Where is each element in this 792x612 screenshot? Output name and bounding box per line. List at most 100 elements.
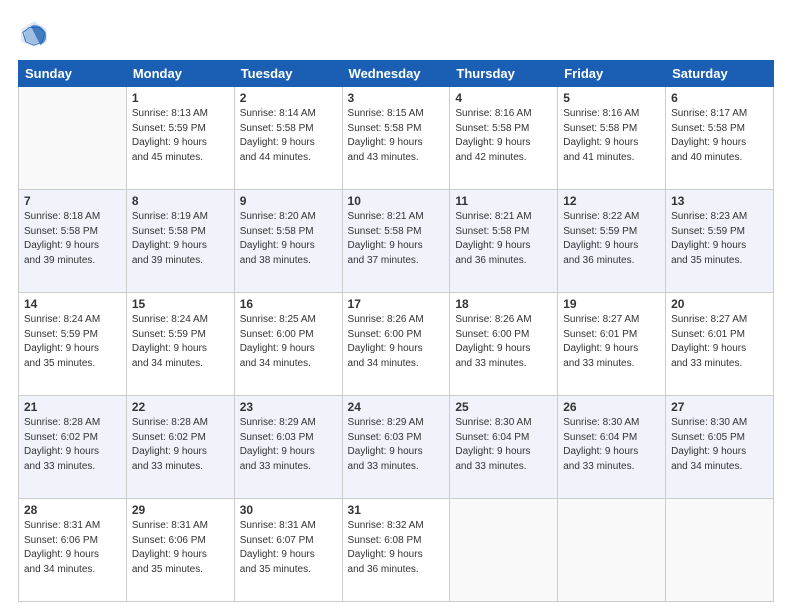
day-number: 5 bbox=[563, 91, 660, 105]
weekday-header-thursday: Thursday bbox=[450, 61, 558, 87]
day-number: 28 bbox=[24, 503, 121, 517]
cell-content: Sunrise: 8:21 AM Sunset: 5:58 PM Dayligh… bbox=[455, 210, 552, 268]
cell-content: Sunrise: 8:19 AM Sunset: 5:58 PM Dayligh… bbox=[132, 210, 229, 268]
calendar-cell: 30 Sunrise: 8:31 AM Sunset: 6:07 PM Dayli… bbox=[234, 499, 342, 602]
calendar-cell: 23 Sunrise: 8:29 AM Sunset: 6:03 PM Dayli… bbox=[234, 396, 342, 499]
day-number: 20 bbox=[671, 297, 768, 311]
cell-content: Sunrise: 8:18 AM Sunset: 5:58 PM Dayligh… bbox=[24, 210, 121, 268]
cell-content: Sunrise: 8:17 AM Sunset: 5:58 PM Dayligh… bbox=[671, 107, 768, 165]
calendar-cell: 28 Sunrise: 8:31 AM Sunset: 6:06 PM Dayli… bbox=[19, 499, 127, 602]
week-row-4: 21 Sunrise: 8:28 AM Sunset: 6:02 PM Dayli… bbox=[19, 396, 774, 499]
cell-content: Sunrise: 8:28 AM Sunset: 6:02 PM Dayligh… bbox=[24, 416, 121, 474]
calendar-table: SundayMondayTuesdayWednesdayThursdayFrid… bbox=[18, 60, 774, 602]
cell-content: Sunrise: 8:24 AM Sunset: 5:59 PM Dayligh… bbox=[132, 313, 229, 371]
cell-content: Sunrise: 8:13 AM Sunset: 5:59 PM Dayligh… bbox=[132, 107, 229, 165]
logo bbox=[18, 18, 54, 50]
cell-content: Sunrise: 8:27 AM Sunset: 6:01 PM Dayligh… bbox=[563, 313, 660, 371]
calendar-cell bbox=[450, 499, 558, 602]
cell-content: Sunrise: 8:28 AM Sunset: 6:02 PM Dayligh… bbox=[132, 416, 229, 474]
day-number: 13 bbox=[671, 194, 768, 208]
cell-content: Sunrise: 8:15 AM Sunset: 5:58 PM Dayligh… bbox=[348, 107, 445, 165]
day-number: 19 bbox=[563, 297, 660, 311]
cell-content: Sunrise: 8:21 AM Sunset: 5:58 PM Dayligh… bbox=[348, 210, 445, 268]
day-number: 24 bbox=[348, 400, 445, 414]
day-number: 16 bbox=[240, 297, 337, 311]
day-number: 21 bbox=[24, 400, 121, 414]
calendar-cell: 16 Sunrise: 8:25 AM Sunset: 6:00 PM Dayli… bbox=[234, 293, 342, 396]
day-number: 23 bbox=[240, 400, 337, 414]
day-number: 1 bbox=[132, 91, 229, 105]
day-number: 11 bbox=[455, 194, 552, 208]
cell-content: Sunrise: 8:30 AM Sunset: 6:04 PM Dayligh… bbox=[563, 416, 660, 474]
cell-content: Sunrise: 8:26 AM Sunset: 6:00 PM Dayligh… bbox=[348, 313, 445, 371]
cell-content: Sunrise: 8:30 AM Sunset: 6:05 PM Dayligh… bbox=[671, 416, 768, 474]
calendar-cell: 17 Sunrise: 8:26 AM Sunset: 6:00 PM Dayli… bbox=[342, 293, 450, 396]
cell-content: Sunrise: 8:30 AM Sunset: 6:04 PM Dayligh… bbox=[455, 416, 552, 474]
calendar-cell: 1 Sunrise: 8:13 AM Sunset: 5:59 PM Daylig… bbox=[126, 87, 234, 190]
day-number: 8 bbox=[132, 194, 229, 208]
weekday-header-tuesday: Tuesday bbox=[234, 61, 342, 87]
calendar-cell bbox=[558, 499, 666, 602]
weekday-header-monday: Monday bbox=[126, 61, 234, 87]
header bbox=[18, 18, 774, 50]
calendar-cell: 2Sunrise: 8:14 AM Sunset: 5:58 PM Daylig… bbox=[234, 87, 342, 190]
calendar-cell: 15Sunrise: 8:24 AM Sunset: 5:59 PM Dayli… bbox=[126, 293, 234, 396]
calendar-cell: 18 Sunrise: 8:26 AM Sunset: 6:00 PM Dayli… bbox=[450, 293, 558, 396]
week-row-3: 14 Sunrise: 8:24 AM Sunset: 5:59 PM Dayli… bbox=[19, 293, 774, 396]
week-row-2: 7 Sunrise: 8:18 AM Sunset: 5:58 PM Daylig… bbox=[19, 190, 774, 293]
calendar-cell: 29 Sunrise: 8:31 AM Sunset: 6:06 PM Dayli… bbox=[126, 499, 234, 602]
cell-content: Sunrise: 8:31 AM Sunset: 6:06 PM Dayligh… bbox=[24, 519, 121, 577]
day-number: 4 bbox=[455, 91, 552, 105]
day-number: 14 bbox=[24, 297, 121, 311]
logo-icon bbox=[18, 18, 50, 50]
calendar-cell: 11 Sunrise: 8:21 AM Sunset: 5:58 PM Dayli… bbox=[450, 190, 558, 293]
weekday-header-sunday: Sunday bbox=[19, 61, 127, 87]
calendar-cell: 26Sunrise: 8:30 AM Sunset: 6:04 PM Dayli… bbox=[558, 396, 666, 499]
calendar-cell: 27Sunrise: 8:30 AM Sunset: 6:05 PM Dayli… bbox=[666, 396, 774, 499]
week-row-1: 1 Sunrise: 8:13 AM Sunset: 5:59 PM Daylig… bbox=[19, 87, 774, 190]
calendar-cell: 4 Sunrise: 8:16 AM Sunset: 5:58 PM Daylig… bbox=[450, 87, 558, 190]
cell-content: Sunrise: 8:23 AM Sunset: 5:59 PM Dayligh… bbox=[671, 210, 768, 268]
cell-content: Sunrise: 8:32 AM Sunset: 6:08 PM Dayligh… bbox=[348, 519, 445, 577]
calendar-cell: 12 Sunrise: 8:22 AM Sunset: 5:59 PM Dayli… bbox=[558, 190, 666, 293]
day-number: 22 bbox=[132, 400, 229, 414]
calendar-cell: 3 Sunrise: 8:15 AM Sunset: 5:58 PM Daylig… bbox=[342, 87, 450, 190]
calendar-cell: 19 Sunrise: 8:27 AM Sunset: 6:01 PM Dayli… bbox=[558, 293, 666, 396]
calendar-cell: 13 Sunrise: 8:23 AM Sunset: 5:59 PM Dayli… bbox=[666, 190, 774, 293]
cell-content: Sunrise: 8:31 AM Sunset: 6:07 PM Dayligh… bbox=[240, 519, 337, 577]
calendar-cell: 5Sunrise: 8:16 AM Sunset: 5:58 PM Daylig… bbox=[558, 87, 666, 190]
day-number: 10 bbox=[348, 194, 445, 208]
day-number: 18 bbox=[455, 297, 552, 311]
weekday-header-friday: Friday bbox=[558, 61, 666, 87]
day-number: 12 bbox=[563, 194, 660, 208]
weekday-header-saturday: Saturday bbox=[666, 61, 774, 87]
day-number: 25 bbox=[455, 400, 552, 414]
calendar-cell bbox=[19, 87, 127, 190]
day-number: 3 bbox=[348, 91, 445, 105]
cell-content: Sunrise: 8:29 AM Sunset: 6:03 PM Dayligh… bbox=[348, 416, 445, 474]
day-number: 7 bbox=[24, 194, 121, 208]
cell-content: Sunrise: 8:14 AM Sunset: 5:58 PM Dayligh… bbox=[240, 107, 337, 165]
cell-content: Sunrise: 8:16 AM Sunset: 5:58 PM Dayligh… bbox=[455, 107, 552, 165]
cell-content: Sunrise: 8:22 AM Sunset: 5:59 PM Dayligh… bbox=[563, 210, 660, 268]
cell-content: Sunrise: 8:26 AM Sunset: 6:00 PM Dayligh… bbox=[455, 313, 552, 371]
cell-content: Sunrise: 8:20 AM Sunset: 5:58 PM Dayligh… bbox=[240, 210, 337, 268]
day-number: 17 bbox=[348, 297, 445, 311]
cell-content: Sunrise: 8:29 AM Sunset: 6:03 PM Dayligh… bbox=[240, 416, 337, 474]
cell-content: Sunrise: 8:27 AM Sunset: 6:01 PM Dayligh… bbox=[671, 313, 768, 371]
calendar-cell: 25 Sunrise: 8:30 AM Sunset: 6:04 PM Dayli… bbox=[450, 396, 558, 499]
day-number: 31 bbox=[348, 503, 445, 517]
day-number: 9 bbox=[240, 194, 337, 208]
week-row-5: 28 Sunrise: 8:31 AM Sunset: 6:06 PM Dayli… bbox=[19, 499, 774, 602]
calendar-cell: 24 Sunrise: 8:29 AM Sunset: 6:03 PM Dayli… bbox=[342, 396, 450, 499]
calendar-cell: 8 Sunrise: 8:19 AM Sunset: 5:58 PM Daylig… bbox=[126, 190, 234, 293]
day-number: 30 bbox=[240, 503, 337, 517]
cell-content: Sunrise: 8:25 AM Sunset: 6:00 PM Dayligh… bbox=[240, 313, 337, 371]
calendar-cell bbox=[666, 499, 774, 602]
calendar-cell: 14Sunrise: 8:24 AM Sunset: 5:59 PM Dayli… bbox=[19, 293, 127, 396]
calendar-cell: 22 Sunrise: 8:28 AM Sunset: 6:02 PM Dayli… bbox=[126, 396, 234, 499]
calendar-cell: 10 Sunrise: 8:21 AM Sunset: 5:58 PM Dayli… bbox=[342, 190, 450, 293]
page: SundayMondayTuesdayWednesdayThursdayFrid… bbox=[0, 0, 792, 612]
cell-content: Sunrise: 8:31 AM Sunset: 6:06 PM Dayligh… bbox=[132, 519, 229, 577]
day-number: 29 bbox=[132, 503, 229, 517]
